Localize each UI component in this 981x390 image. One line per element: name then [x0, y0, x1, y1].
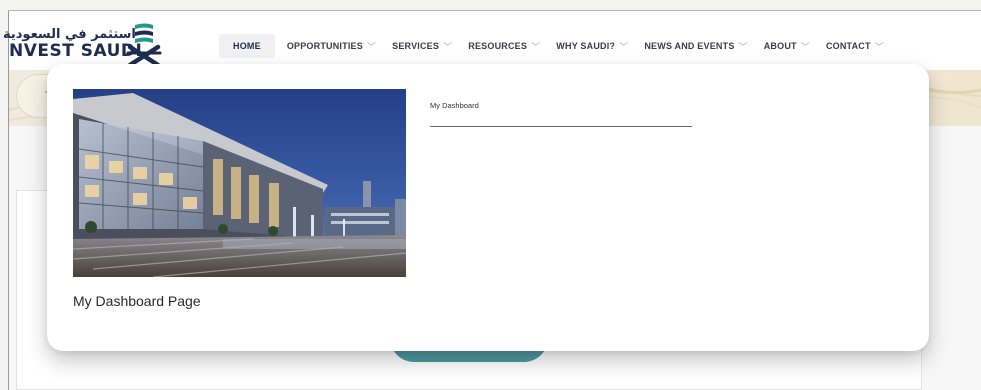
- nav-label: CONTACT: [825, 41, 871, 51]
- chevron-down-icon: ﹀: [619, 41, 629, 52]
- site-header: استثمر في السعودية NVEST SAUDI HOME OPPO…: [3, 11, 981, 71]
- nav-label: WHY SAUDI?: [556, 41, 616, 51]
- nav-item-about[interactable]: ABOUT ﹀: [756, 34, 818, 59]
- site-logo[interactable]: استثمر في السعودية NVEST SAUDI: [3, 15, 169, 71]
- link-underline-divider: [430, 126, 692, 127]
- main-navigation: HOME OPPORTUNITIES ﹀ SERVICES ﹀ RESOURCE…: [219, 33, 892, 59]
- nav-item-home[interactable]: HOME: [219, 34, 275, 58]
- nav-label: HOME: [233, 41, 261, 51]
- chevron-down-icon: ﹀: [531, 41, 541, 52]
- nav-item-opportunities[interactable]: OPPORTUNITIES ﹀: [279, 34, 384, 59]
- nav-item-contact[interactable]: CONTACT ﹀: [818, 34, 892, 59]
- nav-item-why-saudi[interactable]: WHY SAUDI? ﹀: [548, 34, 636, 59]
- nav-label: OPPORTUNITIES: [286, 41, 363, 51]
- nav-item-news-and-events[interactable]: NEWS AND EVENTS ﹀: [636, 34, 755, 59]
- logo-english-text: NVEST SAUDI: [9, 41, 143, 61]
- invest-saudi-logo-mark-icon: [126, 23, 162, 67]
- browser-viewport: استثمر في السعودية NVEST SAUDI HOME OPPO…: [0, 0, 981, 390]
- chevron-down-icon: ﹀: [738, 41, 748, 52]
- chevron-down-icon: ﹀: [874, 41, 884, 52]
- nav-item-resources[interactable]: RESOURCES ﹀: [460, 34, 548, 59]
- office-building-illustration: [73, 89, 406, 277]
- nav-label: SERVICES: [392, 41, 440, 51]
- nav-label: NEWS AND EVENTS: [644, 41, 735, 51]
- dropdown-caption: My Dashboard Page: [73, 293, 201, 309]
- nav-label: RESOURCES: [468, 41, 528, 51]
- building-photo: [73, 89, 406, 277]
- chevron-down-icon: ﹀: [443, 41, 453, 52]
- nav-label: ABOUT: [763, 41, 797, 51]
- chevron-down-icon: ﹀: [800, 41, 810, 52]
- logo-arabic-text: استثمر في السعودية: [3, 27, 136, 42]
- nav-item-services[interactable]: SERVICES ﹀: [384, 34, 460, 59]
- chevron-down-icon: ﹀: [366, 41, 377, 52]
- home-mega-menu-dropdown: My Dashboard Page My Dashboard: [47, 64, 929, 351]
- my-dashboard-link[interactable]: My Dashboard: [430, 101, 479, 110]
